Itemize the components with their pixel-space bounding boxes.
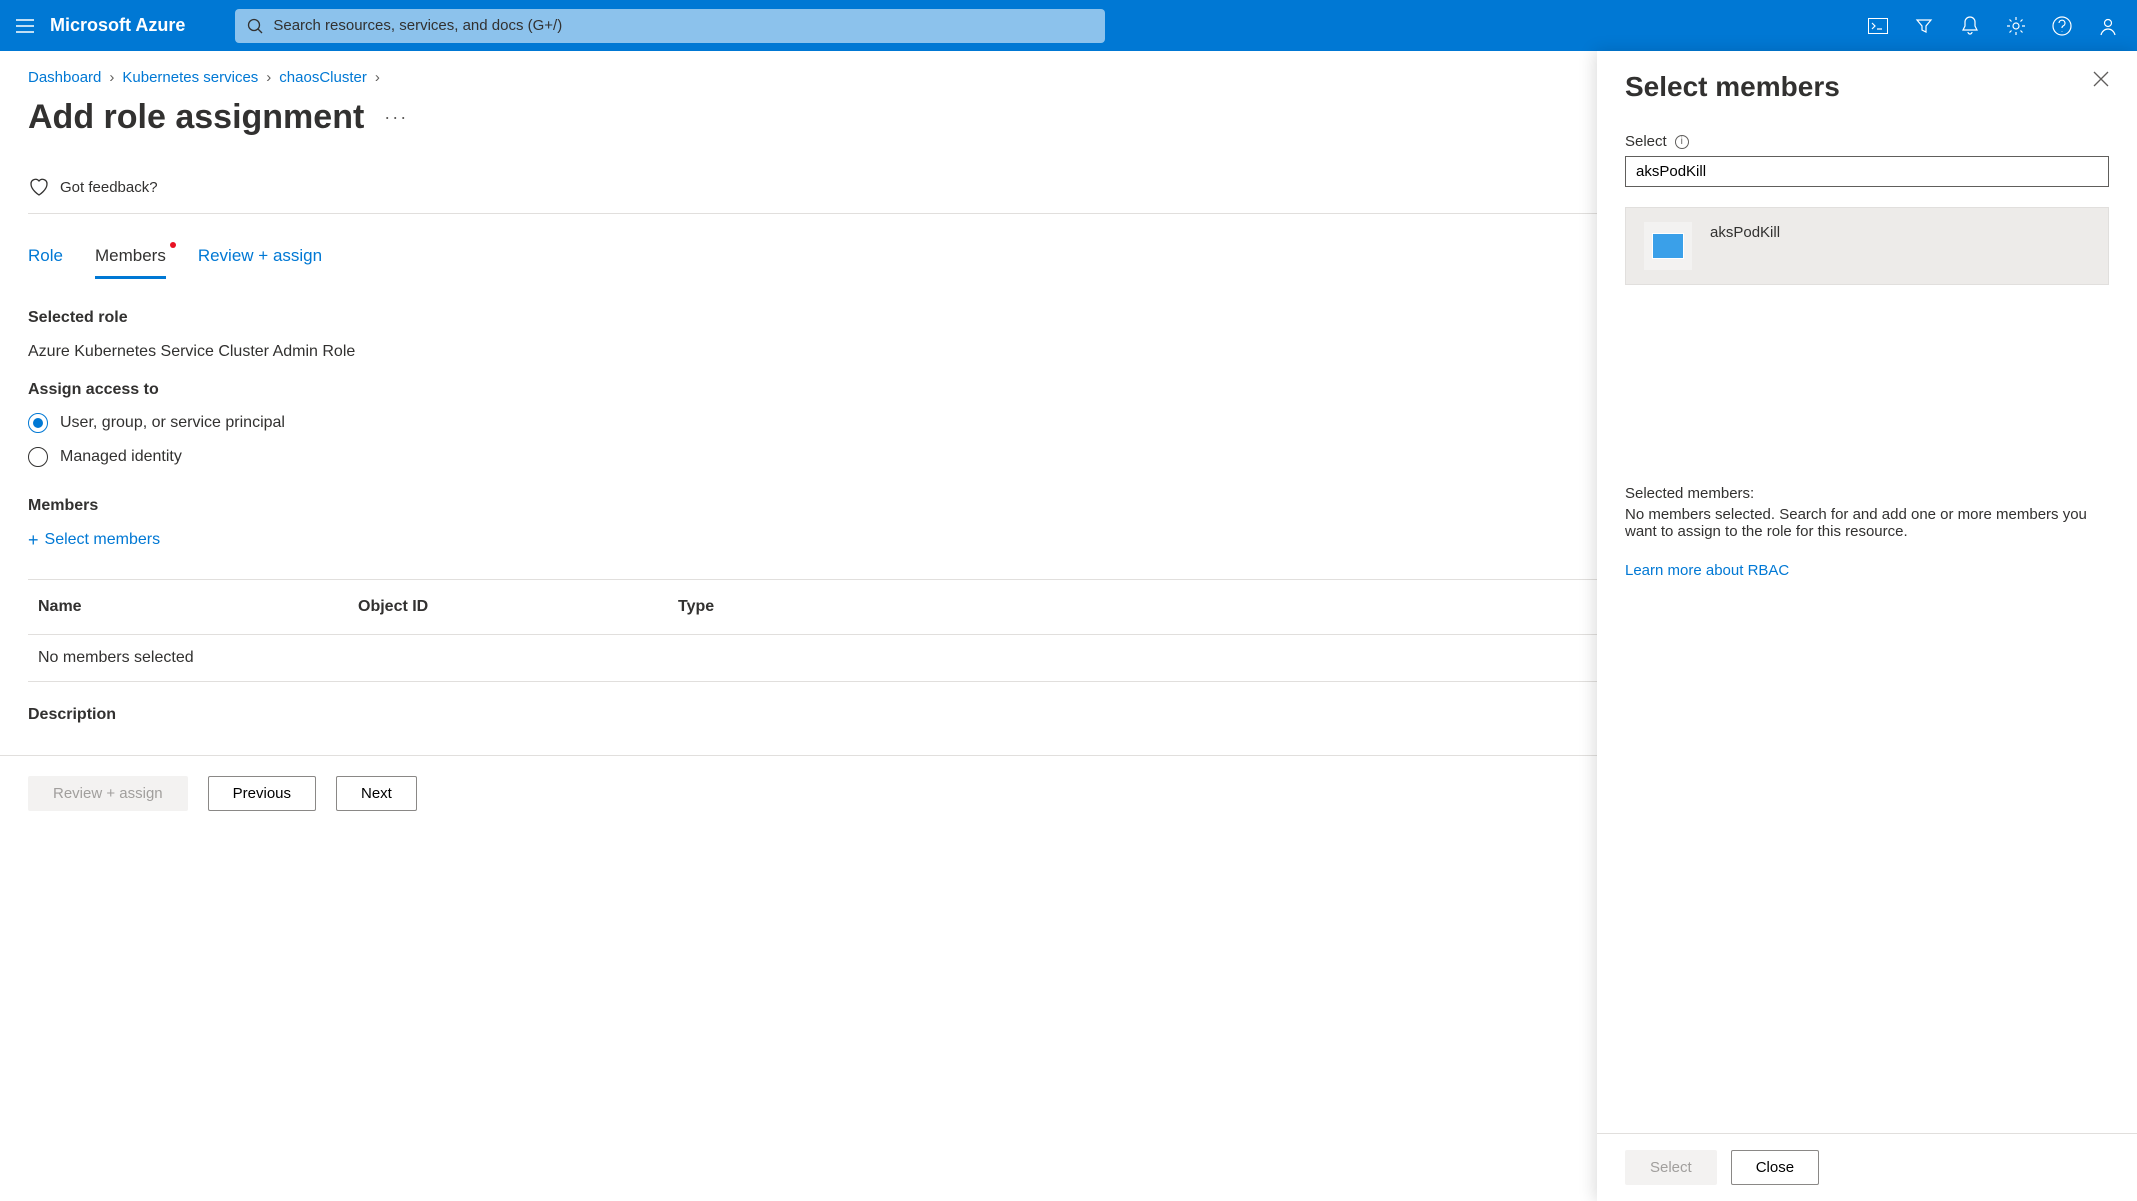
search-icon	[247, 18, 263, 34]
info-icon[interactable]: i	[1675, 135, 1689, 149]
feedback-label: Got feedback?	[60, 179, 158, 196]
tab-review[interactable]: Review + assign	[198, 246, 322, 279]
select-members-panel: Select members Select i aksPodKill Selec…	[1597, 51, 2137, 1201]
top-bar: Microsoft Azure	[0, 0, 2137, 51]
panel-close-button[interactable]: Close	[1731, 1150, 1819, 1185]
chevron-right-icon: ›	[375, 69, 380, 86]
tab-role[interactable]: Role	[28, 246, 63, 279]
page-title: Add role assignment	[28, 98, 364, 137]
radio-managed-identity[interactable]	[28, 447, 48, 467]
panel-select-label: Select	[1625, 133, 1667, 150]
search-result-item[interactable]: aksPodKill	[1625, 207, 2109, 285]
selected-members-label: Selected members:	[1625, 485, 2109, 502]
breadcrumb-dashboard[interactable]: Dashboard	[28, 69, 101, 86]
learn-more-link[interactable]: Learn more about RBAC	[1625, 562, 1789, 579]
tab-members[interactable]: Members	[95, 246, 166, 279]
cloud-shell-icon[interactable]	[1867, 15, 1889, 37]
radio-user-group[interactable]	[28, 413, 48, 433]
col-object-id: Object ID	[358, 598, 678, 616]
account-icon[interactable]	[2097, 15, 2119, 37]
radio-managed-identity-label: Managed identity	[60, 448, 182, 466]
panel-select-button: Select	[1625, 1150, 1717, 1185]
panel-title: Select members	[1625, 71, 1840, 103]
close-icon[interactable]	[2093, 71, 2109, 87]
result-name: aksPodKill	[1710, 222, 1780, 241]
plus-icon: +	[28, 531, 39, 549]
col-name: Name	[38, 598, 358, 616]
panel-footer: Select Close	[1597, 1133, 2137, 1201]
search-input[interactable]	[273, 17, 1093, 34]
selected-members-text: No members selected. Search for and add …	[1625, 506, 2109, 540]
topbar-icons	[1867, 15, 2127, 37]
notifications-icon[interactable]	[1959, 15, 1981, 37]
hamburger-menu-icon[interactable]	[10, 11, 40, 41]
filter-icon[interactable]	[1913, 15, 1935, 37]
brand-label[interactable]: Microsoft Azure	[50, 15, 185, 36]
tab-indicator-dot	[170, 242, 176, 248]
radio-user-group-label: User, group, or service principal	[60, 414, 285, 432]
next-button[interactable]: Next	[336, 776, 417, 811]
breadcrumb-cluster[interactable]: chaosCluster	[279, 69, 367, 86]
chevron-right-icon: ›	[266, 69, 271, 86]
heart-icon	[28, 177, 50, 197]
more-actions-icon[interactable]: ···	[384, 107, 408, 128]
chevron-right-icon: ›	[109, 69, 114, 86]
member-search-input[interactable]	[1625, 156, 2109, 187]
global-search[interactable]	[235, 9, 1105, 43]
settings-gear-icon[interactable]	[2005, 15, 2027, 37]
previous-button[interactable]: Previous	[208, 776, 316, 811]
review-assign-button: Review + assign	[28, 776, 188, 811]
breadcrumb-kubernetes[interactable]: Kubernetes services	[122, 69, 258, 86]
help-icon[interactable]	[2051, 15, 2073, 37]
result-thumb-icon	[1644, 222, 1692, 270]
